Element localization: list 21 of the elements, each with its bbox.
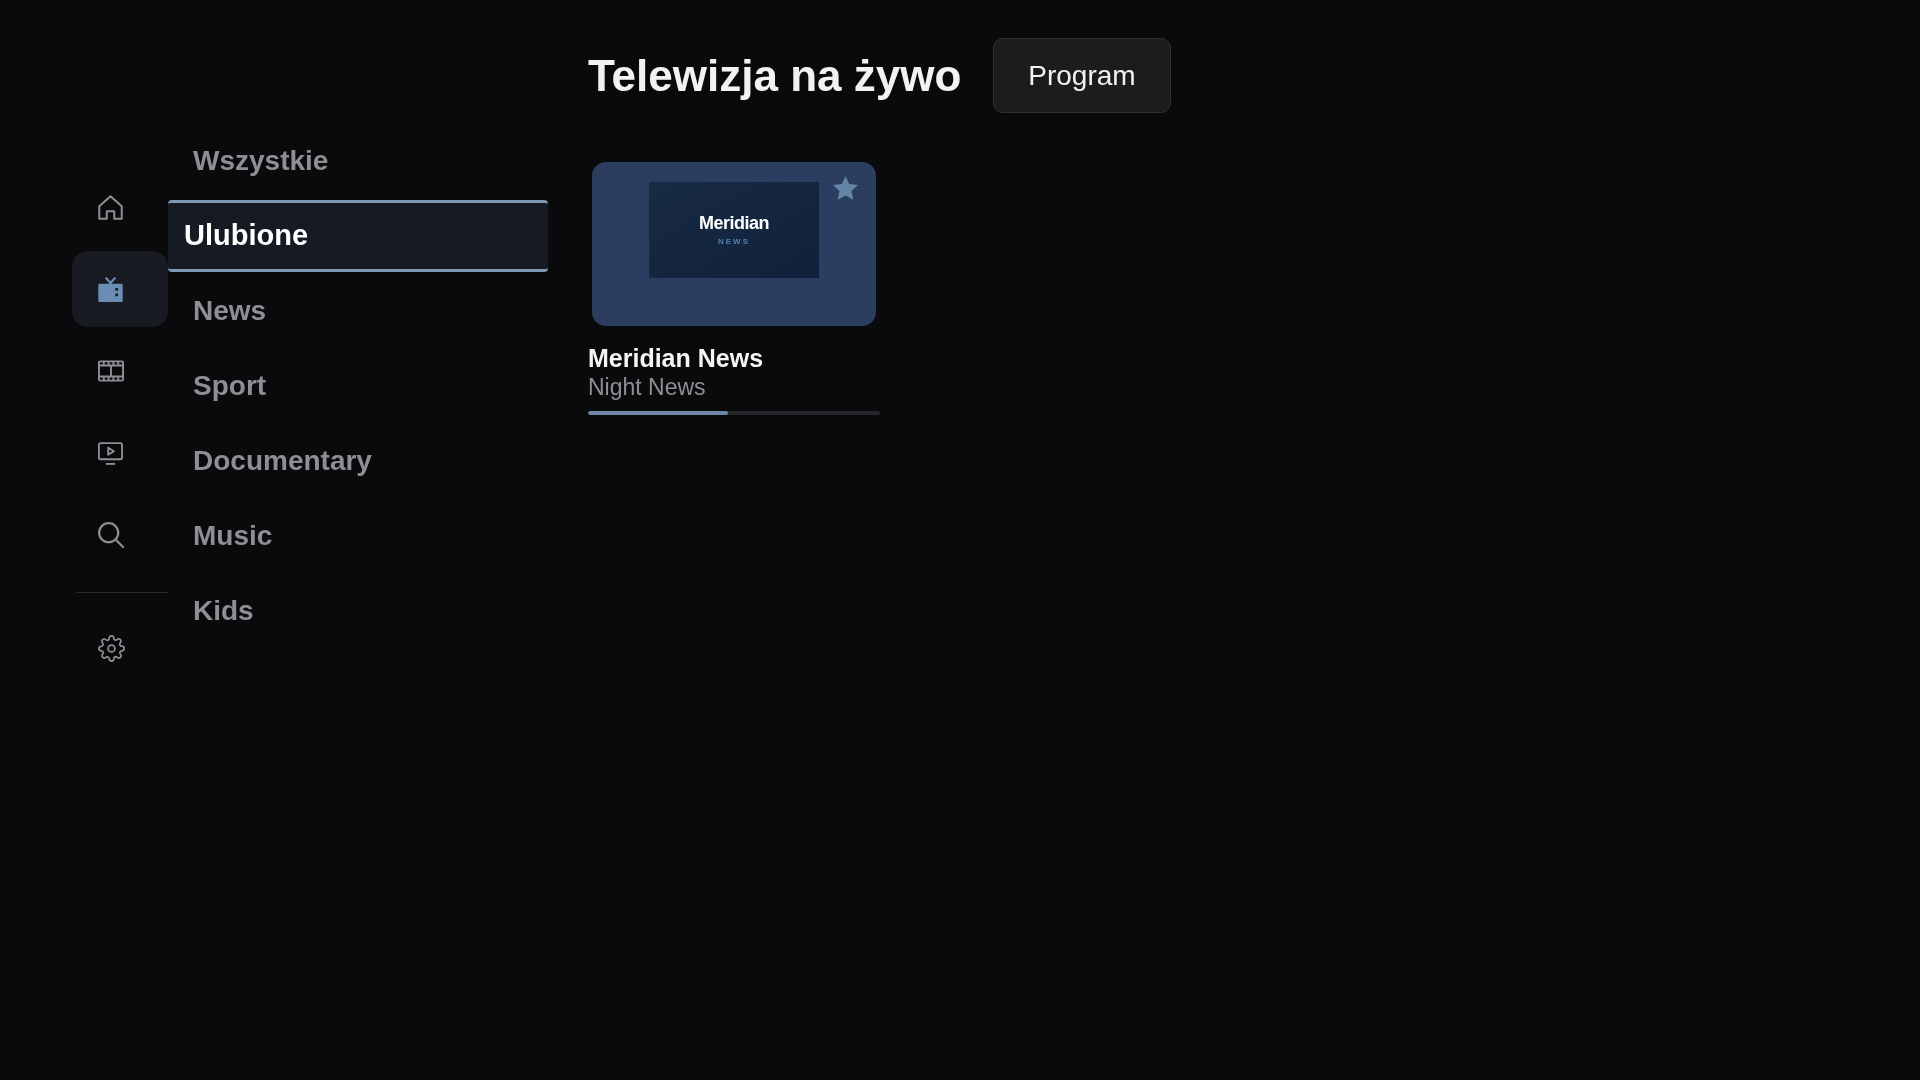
- settings-icon: [98, 634, 125, 662]
- home-icon: [98, 194, 123, 220]
- tv-icon: [98, 276, 123, 302]
- logo-title: Meridian: [699, 214, 769, 232]
- program-title: Night News: [588, 373, 707, 401]
- program-button[interactable]: Program: [993, 38, 1171, 113]
- film-icon: [98, 359, 124, 383]
- channel-tile[interactable]: Meridian NEWS: [592, 162, 876, 326]
- category-item[interactable]: Ulubione: [168, 200, 548, 272]
- category-item[interactable]: Wszystkie: [168, 125, 548, 197]
- logo-subtitle: NEWS: [718, 238, 750, 246]
- category-item[interactable]: Documentary: [168, 425, 548, 497]
- page-title: Telewizja na żywo: [588, 53, 962, 98]
- category-item[interactable]: News: [168, 275, 548, 347]
- nav-rail-button[interactable]: [72, 251, 168, 327]
- monitor-play-icon: [98, 440, 123, 466]
- category-item[interactable]: Kids: [168, 575, 548, 647]
- category-item[interactable]: Sport: [168, 350, 548, 422]
- category-item[interactable]: Music: [168, 500, 548, 572]
- channel-name: Meridian News: [588, 343, 765, 373]
- search-icon: [98, 522, 124, 548]
